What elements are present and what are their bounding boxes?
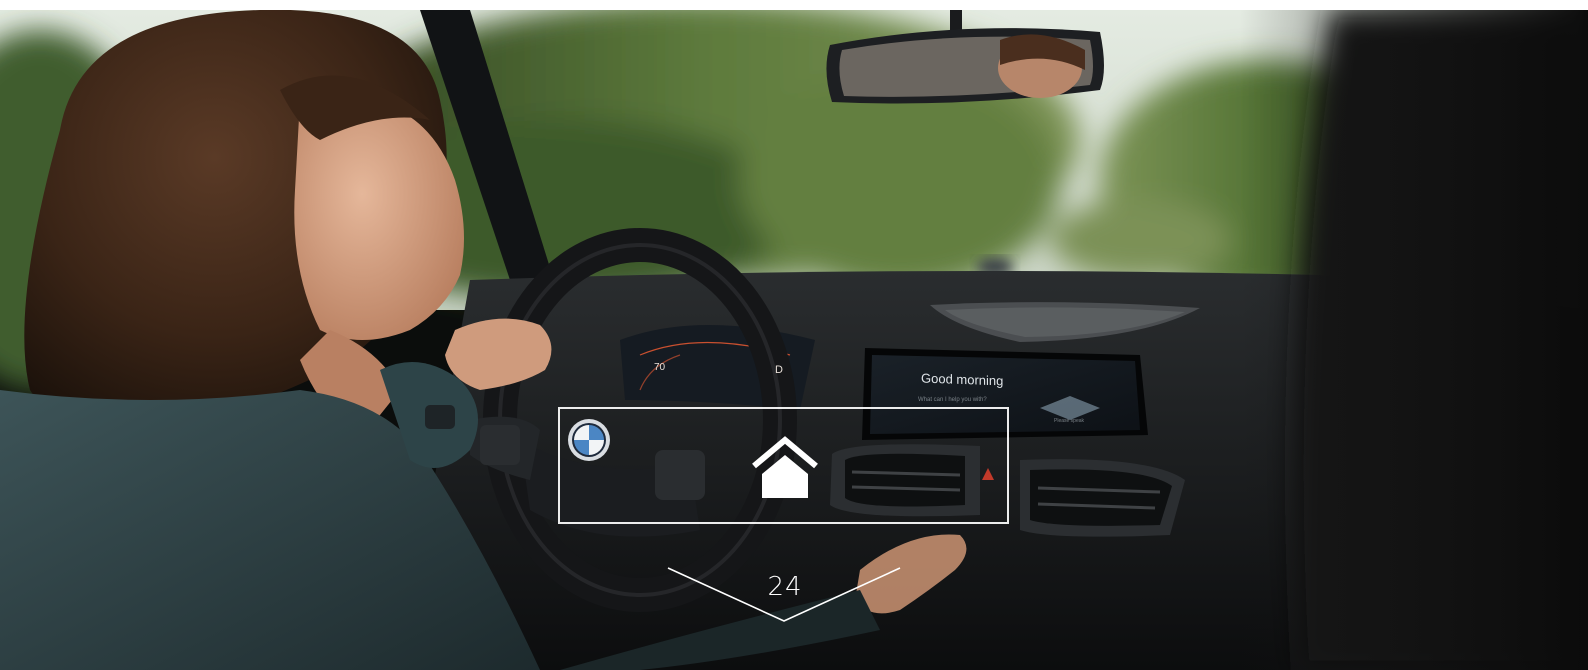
cluster-gear-readout: D	[775, 364, 783, 376]
page-number: 24	[767, 572, 803, 602]
screen-voice-label: Please speak	[1054, 418, 1085, 424]
screen-subtitle: What can I help you with?	[918, 397, 987, 403]
hero-photo: 70 D Good morning What can I help you wi…	[0, 10, 1588, 670]
home-icon[interactable]	[750, 430, 820, 500]
cluster-speed-readout: 70	[654, 362, 666, 373]
screen-greeting: Good morning	[921, 370, 1004, 389]
